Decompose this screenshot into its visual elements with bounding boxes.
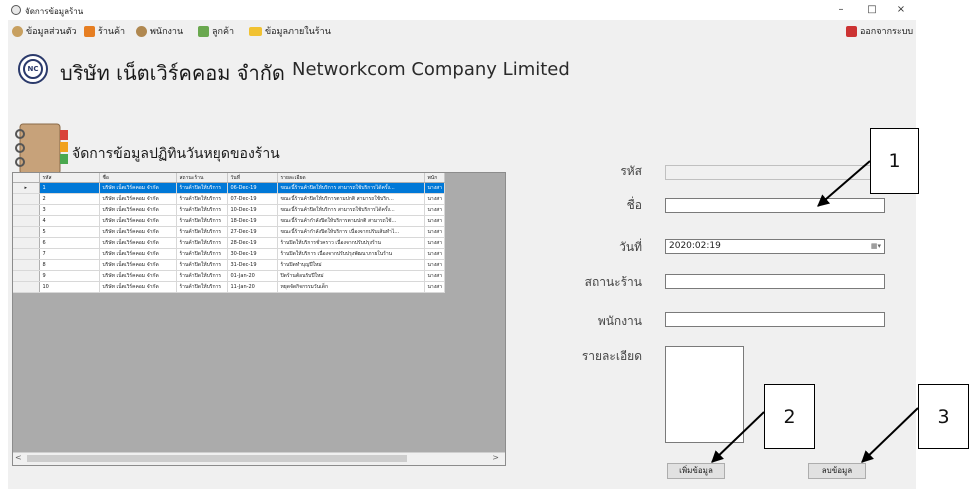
callout-3: 3 xyxy=(918,384,969,449)
callout-1-arrow xyxy=(817,160,871,207)
callout-1: 1 xyxy=(870,128,919,194)
callout-3-arrow xyxy=(861,407,919,463)
callout-arrows xyxy=(711,160,919,463)
callout-2-arrow xyxy=(711,411,765,463)
callout-2: 2 xyxy=(764,384,815,449)
